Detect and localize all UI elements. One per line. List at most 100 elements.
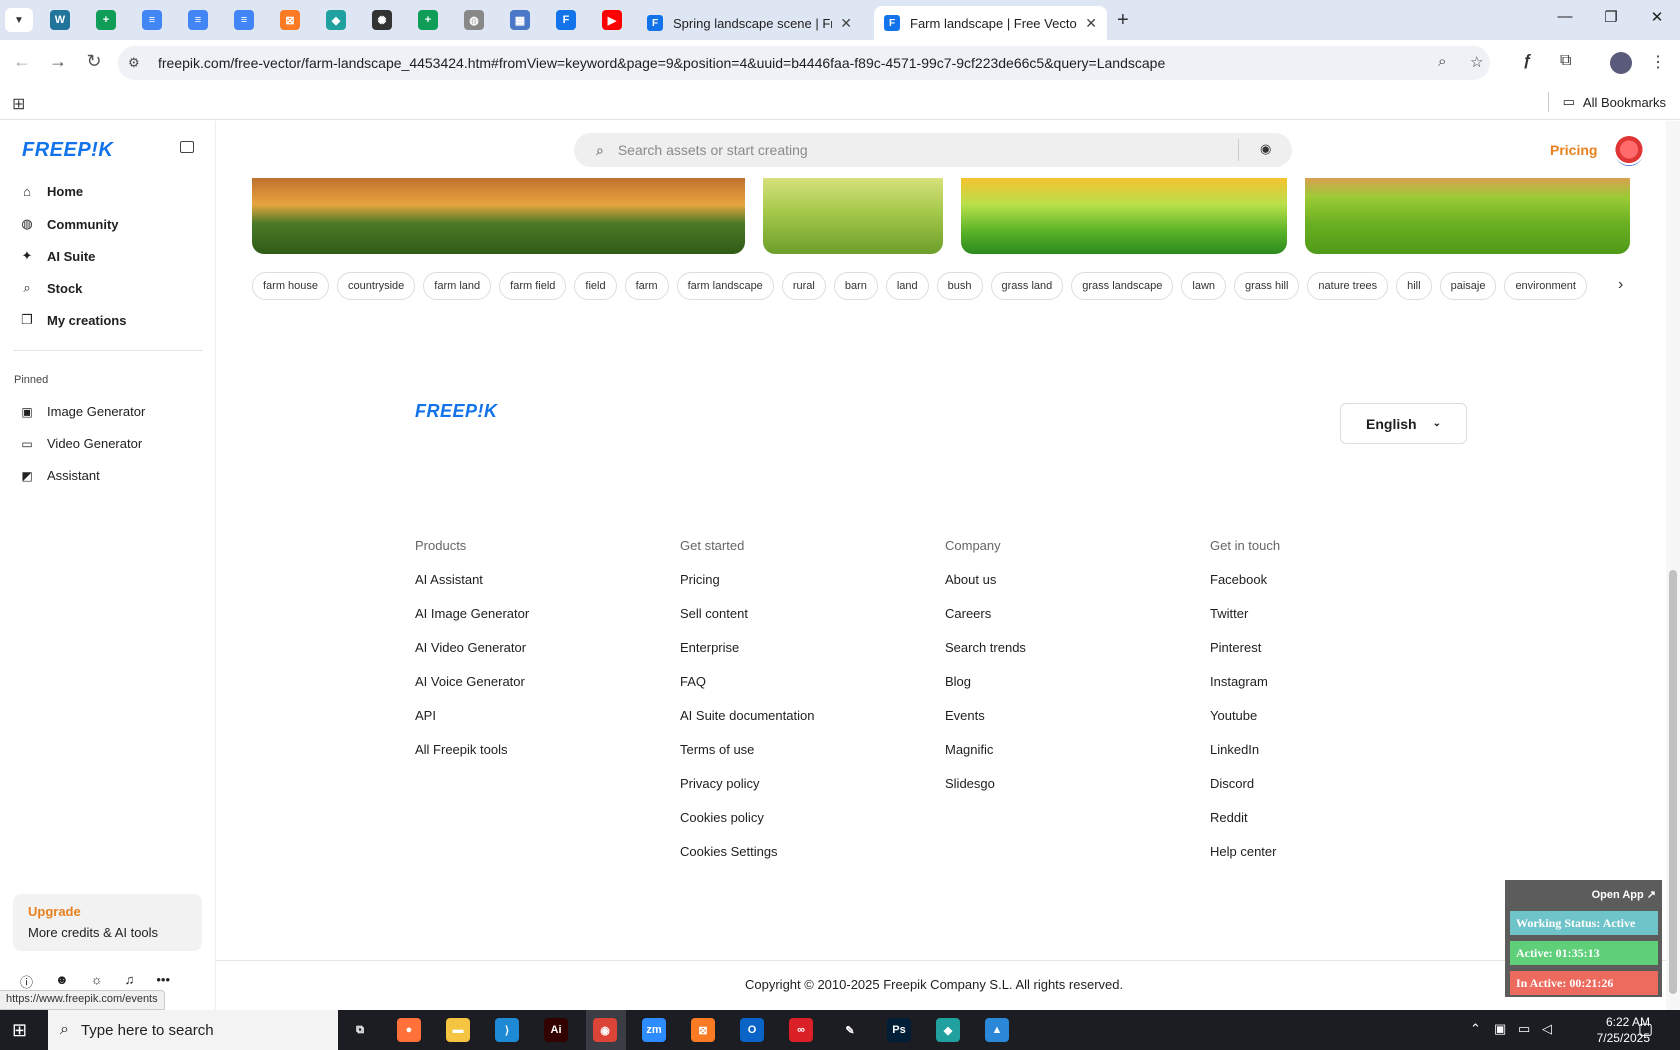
new-tab-button[interactable]: + bbox=[1117, 9, 1129, 32]
tag-chip[interactable]: nature trees bbox=[1307, 272, 1389, 300]
file-explorer-icon[interactable]: ▬ bbox=[446, 1018, 470, 1042]
footer-link[interactable]: Facebook bbox=[1210, 572, 1280, 590]
pinned-item-image-generator[interactable]: ▣ Image Generator bbox=[20, 404, 145, 419]
zoom-icon[interactable]: zm bbox=[642, 1018, 666, 1042]
tag-chip[interactable]: grass hill bbox=[1234, 272, 1300, 300]
tag-chip[interactable]: land bbox=[885, 272, 929, 300]
illustrator-icon[interactable]: Ai bbox=[544, 1018, 568, 1042]
related-image[interactable] bbox=[1305, 178, 1630, 254]
footer-link[interactable]: AI Assistant bbox=[415, 572, 529, 590]
notification-bell-icon[interactable]: ♫ bbox=[125, 972, 135, 991]
back-icon[interactable]: ← bbox=[10, 51, 34, 72]
all-bookmarks[interactable]: ▭ All Bookmarks bbox=[1563, 94, 1666, 110]
extension-f-icon[interactable]: ƒ bbox=[1523, 52, 1532, 70]
upgrade-card[interactable]: Upgrade More credits & AI tools bbox=[13, 894, 202, 951]
close-window-icon[interactable]: ✕ bbox=[1634, 8, 1680, 26]
footer-link[interactable]: Pricing bbox=[680, 572, 814, 590]
sidebar-item-community[interactable]: ◍ Community bbox=[20, 216, 118, 232]
footer-link[interactable]: Enterprise bbox=[680, 640, 814, 658]
related-image[interactable] bbox=[961, 178, 1287, 254]
footer-link[interactable]: LinkedIn bbox=[1210, 742, 1280, 760]
chatgpt-icon[interactable]: ✺ bbox=[372, 10, 392, 30]
grid-icon[interactable]: ▦ bbox=[510, 10, 530, 30]
photos-icon[interactable]: ▲ bbox=[985, 1018, 1009, 1042]
footer-link[interactable]: Search trends bbox=[945, 640, 1026, 658]
footer-link[interactable]: Discord bbox=[1210, 776, 1280, 794]
footer-link[interactable]: Pinterest bbox=[1210, 640, 1280, 658]
wordpress-icon[interactable]: W bbox=[50, 10, 70, 30]
forms-icon[interactable]: F bbox=[556, 10, 576, 30]
sidebar-item-stock[interactable]: ⌕ Stock bbox=[20, 280, 82, 296]
tag-chip[interactable]: bush bbox=[936, 272, 983, 300]
freepik-logo[interactable]: FREEP!K bbox=[22, 139, 113, 162]
system-clock[interactable]: 6:22 AM 7/25/2025 bbox=[1560, 1014, 1650, 1046]
footer-link[interactable]: Magnific bbox=[945, 742, 1026, 760]
footer-logo[interactable]: FREEP!K bbox=[415, 401, 498, 422]
footer-link[interactable]: FAQ bbox=[680, 674, 814, 692]
sidebar-item-home[interactable]: ⌂ Home bbox=[20, 184, 83, 199]
sheets-icon[interactable]: + bbox=[418, 10, 438, 30]
footer-link[interactable]: Cookies policy bbox=[680, 810, 814, 828]
pen-icon[interactable]: ✎ bbox=[838, 1018, 862, 1042]
pinned-item-video-generator[interactable]: ▭ Video Generator bbox=[20, 436, 142, 451]
firefox-icon[interactable]: ● bbox=[397, 1018, 421, 1042]
footer-link[interactable]: AI Voice Generator bbox=[415, 674, 529, 692]
youtube-icon[interactable]: ▶ bbox=[602, 10, 622, 30]
extensions-icon[interactable]: ⧉ bbox=[1560, 52, 1571, 70]
taskbar-search[interactable]: ⌕ Type here to search bbox=[48, 1010, 338, 1050]
footer-link[interactable]: AI Suite documentation bbox=[680, 708, 814, 726]
footer-link[interactable]: Terms of use bbox=[680, 742, 814, 760]
language-selector[interactable]: English ⌄ bbox=[1340, 403, 1467, 444]
pricing-link[interactable]: Pricing bbox=[1550, 142, 1597, 158]
tag-chip[interactable]: lawn bbox=[1181, 272, 1227, 300]
tag-chip[interactable]: environment bbox=[1504, 272, 1587, 300]
user-avatar[interactable] bbox=[1614, 136, 1644, 166]
tag-chip[interactable]: grass land bbox=[990, 272, 1064, 300]
footer-link[interactable]: AI Image Generator bbox=[415, 606, 529, 624]
footer-link[interactable]: Sell content bbox=[680, 606, 814, 624]
tag-chip[interactable]: barn bbox=[833, 272, 878, 300]
open-app-button[interactable]: Open App ↗ bbox=[1592, 888, 1656, 901]
chrome-menu-icon[interactable]: ⋮ bbox=[1650, 52, 1666, 72]
vscode-icon[interactable]: ⟩ bbox=[495, 1018, 519, 1042]
url-text[interactable]: freepik.com/free-vector/farm-landscape_4… bbox=[158, 55, 1165, 71]
minimize-icon[interactable]: — bbox=[1542, 8, 1588, 25]
footer-link[interactable]: API bbox=[415, 708, 529, 726]
app-icon[interactable]: ◆ bbox=[326, 10, 346, 30]
forward-icon[interactable]: → bbox=[46, 51, 70, 72]
creative-cloud-icon[interactable]: ∞ bbox=[789, 1018, 813, 1042]
camera-search-icon[interactable]: ◉ bbox=[1260, 141, 1271, 157]
pinned-item-assistant[interactable]: ◩ Assistant bbox=[20, 468, 99, 483]
footer-link[interactable]: Instagram bbox=[1210, 674, 1280, 692]
footer-link[interactable]: Slidesgo bbox=[945, 776, 1026, 794]
docs-icon[interactable]: ≡ bbox=[234, 10, 254, 30]
tag-chip[interactable]: farm bbox=[624, 272, 669, 300]
related-image[interactable] bbox=[763, 178, 943, 254]
docs-icon[interactable]: ≡ bbox=[142, 10, 162, 30]
volume-icon[interactable]: ◁ bbox=[1542, 1021, 1552, 1037]
scrollbar-thumb[interactable] bbox=[1669, 570, 1677, 994]
tab-search-dropdown-icon[interactable]: ▼ bbox=[5, 8, 33, 32]
search-bar[interactable]: ⌕ Search assets or start creating ◉ bbox=[574, 133, 1292, 167]
photoshop-icon[interactable]: Ps bbox=[887, 1018, 911, 1042]
docs-icon[interactable]: ≡ bbox=[188, 10, 208, 30]
tag-chip[interactable]: farm field bbox=[499, 272, 567, 300]
theme-icon[interactable]: ☼ bbox=[91, 972, 103, 991]
tag-chip[interactable]: farm land bbox=[423, 272, 492, 300]
outlook-icon[interactable]: O bbox=[740, 1018, 764, 1042]
more-options-icon[interactable]: ••• bbox=[156, 972, 170, 991]
footer-link[interactable]: Youtube bbox=[1210, 708, 1280, 726]
address-bar[interactable]: ⚙ freepik.com/free-vector/farm-landscape… bbox=[118, 46, 1490, 80]
footer-link[interactable]: Careers bbox=[945, 606, 1026, 624]
close-tab-icon[interactable]: ✕ bbox=[840, 15, 852, 32]
footer-link[interactable]: Reddit bbox=[1210, 810, 1280, 828]
chevron-right-icon[interactable]: › bbox=[1618, 276, 1623, 294]
tray-chevron-icon[interactable]: ⌃ bbox=[1470, 1021, 1481, 1037]
globe-icon[interactable]: ◍ bbox=[464, 10, 484, 30]
footer-link[interactable]: Blog bbox=[945, 674, 1026, 692]
chrome-icon[interactable]: ◉ bbox=[593, 1018, 617, 1042]
network-icon[interactable]: ▭ bbox=[1518, 1021, 1530, 1037]
task-view-icon[interactable]: ⧉ bbox=[348, 1018, 372, 1042]
zoom-icon[interactable]: ⌕ bbox=[1438, 53, 1446, 70]
collapse-sidebar-icon[interactable] bbox=[180, 141, 194, 153]
